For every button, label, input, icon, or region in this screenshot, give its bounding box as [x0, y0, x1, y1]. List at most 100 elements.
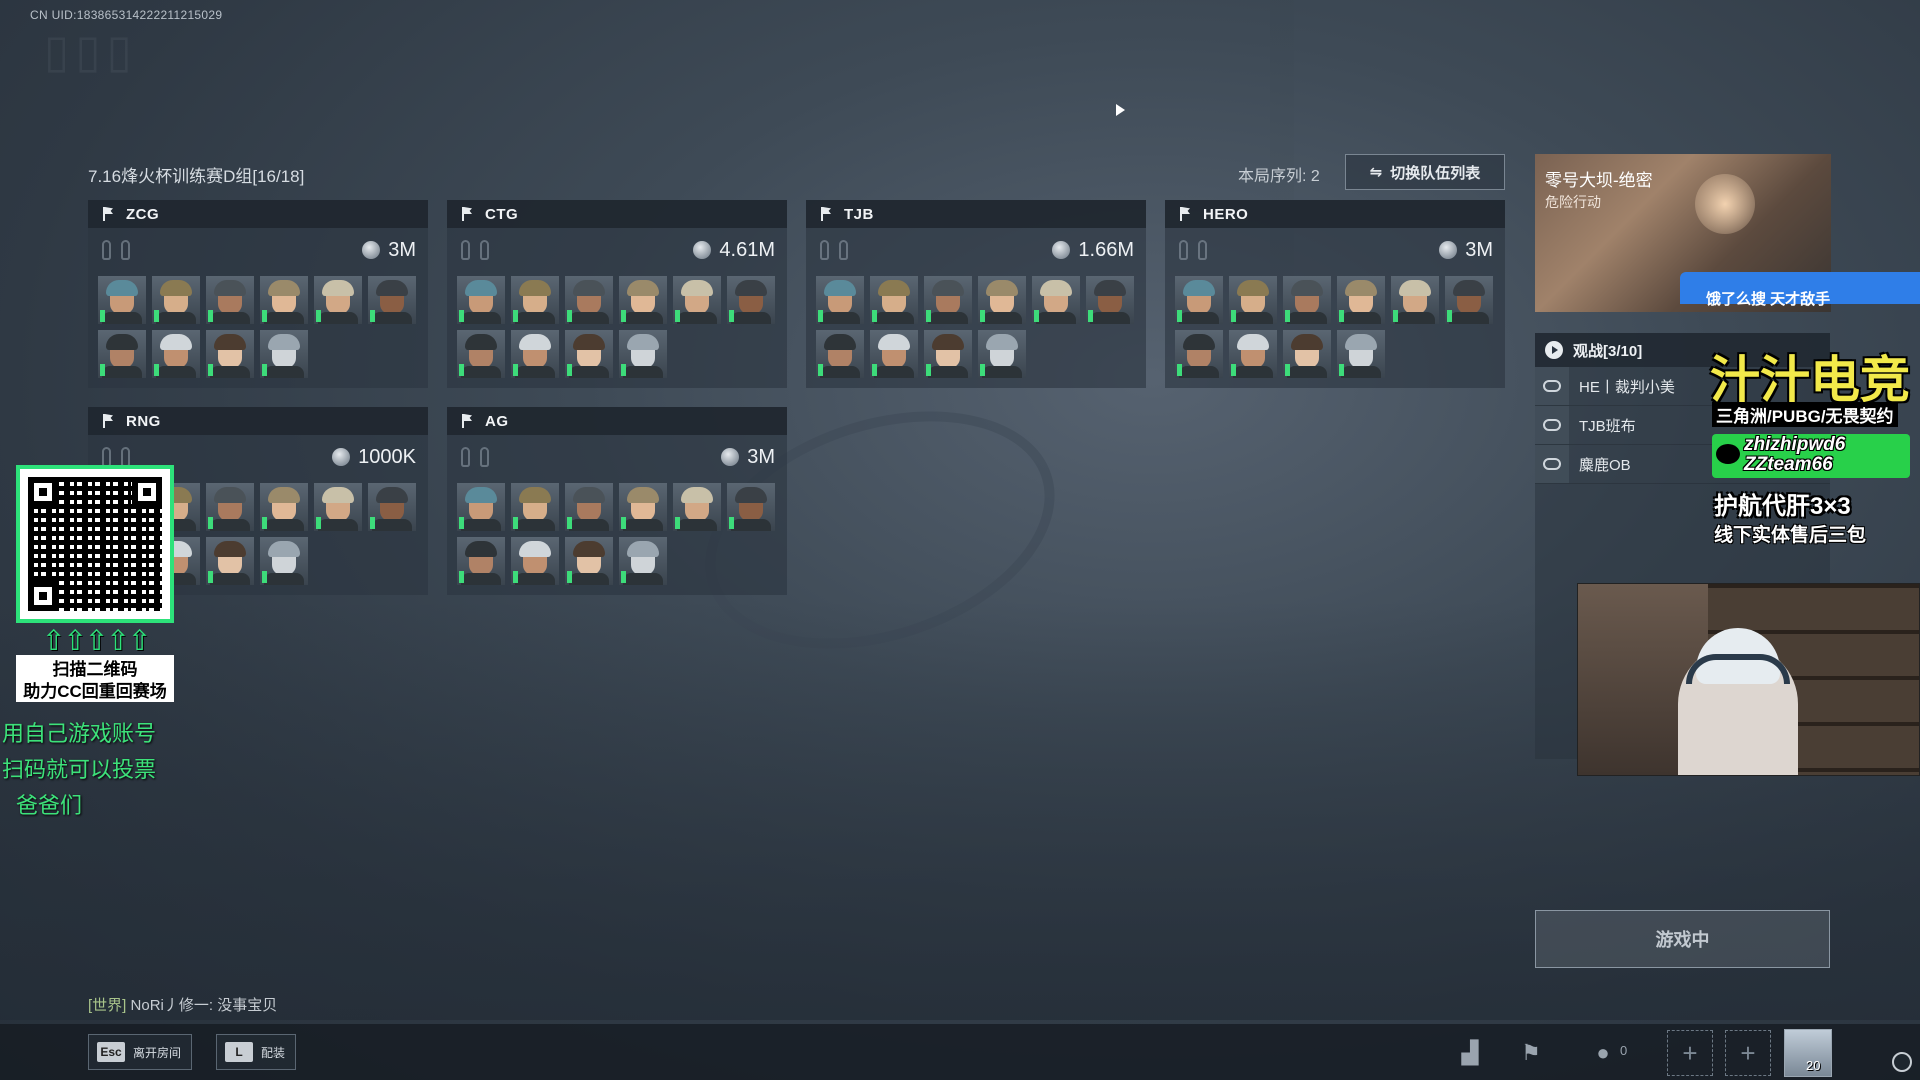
team-header: RNG [88, 407, 428, 435]
operator-avatar [619, 537, 667, 585]
friend-count: 0 [1620, 1043, 1628, 1058]
flag-icon [102, 207, 114, 221]
banner-icon[interactable]: ⚑ [1516, 1038, 1546, 1068]
vote-note-2: 扫码就可以投票 [2, 757, 157, 782]
operator-avatar [457, 483, 505, 531]
play-icon [1545, 341, 1563, 359]
pins [1179, 240, 1207, 260]
map-image-glow [1695, 174, 1755, 234]
team-value-wrap: 4.61M [693, 239, 775, 262]
coin-icon [1052, 241, 1071, 259]
operator-avatar [260, 483, 308, 531]
team-header: HERO [1165, 200, 1505, 228]
operator-avatar [511, 330, 559, 378]
spectator-name: TJB班布 [1579, 417, 1636, 435]
streamer-webcam [1577, 583, 1920, 776]
map-name: 零号大坝-绝密 [1545, 171, 1653, 190]
l-key-hint: L [225, 1042, 253, 1062]
pin-icon [480, 447, 489, 467]
team-name: CTG [485, 205, 519, 223]
operator-avatar [206, 537, 254, 585]
qr-finder [132, 477, 162, 507]
spectator-name: 麋鹿OB [1579, 456, 1631, 474]
operator-avatar [1391, 276, 1439, 324]
leave-room-button[interactable]: Esc 离开房间 [88, 1034, 193, 1070]
team-value: 4.61M [719, 238, 775, 261]
operator-avatar [206, 483, 254, 531]
operator-avatar [870, 276, 918, 324]
operator-avatar [727, 276, 775, 324]
chat-message: NoRi丿修一: 没事宝贝 [130, 997, 278, 1014]
webcam-headset [1686, 654, 1790, 684]
team-value: 3M [747, 445, 775, 468]
team-card-tjb[interactable]: TJB 1.66M [806, 200, 1146, 388]
pins [102, 447, 130, 467]
spectate-title: 观战[3/10] [1573, 342, 1643, 360]
operator-avatar [816, 276, 864, 324]
operator-avatar [565, 276, 613, 324]
flag-icon [461, 207, 473, 221]
team-name: HERO [1203, 205, 1249, 223]
wechat-icon [1716, 444, 1740, 464]
team-value-wrap: 1.66M [1052, 239, 1134, 262]
invite-slot-2[interactable]: + [1725, 1030, 1771, 1076]
operator-avatar [457, 330, 505, 378]
friends-icon[interactable]: ● [1588, 1038, 1618, 1068]
team-name: RNG [126, 412, 161, 430]
invite-slot-1[interactable]: + [1667, 1030, 1713, 1076]
qr-finder [28, 581, 58, 611]
loadout-button[interactable]: L 配装 [216, 1034, 297, 1070]
team-value: 3M [1465, 238, 1493, 261]
operator-avatar [978, 330, 1026, 378]
coin-icon [362, 241, 381, 259]
operator-avatar [619, 276, 667, 324]
team-card-ag[interactable]: AG 3M [447, 407, 787, 595]
up-arrows-icon: ⇧⇧⇧⇧⇧ [42, 624, 151, 657]
pin-icon [480, 240, 489, 260]
chat-channel: [世界] [88, 997, 127, 1014]
operator-avatar [619, 483, 667, 531]
team-header: AG [447, 407, 787, 435]
operator-avatar [368, 483, 416, 531]
vote-note-1: 用自己游戏账号 [2, 721, 157, 746]
settings-icon[interactable] [1892, 1052, 1912, 1072]
operator-avatar [1032, 276, 1080, 324]
switch-team-list-button[interactable]: ⇋ 切换队伍列表 [1345, 154, 1505, 190]
team-stats: 4.61M [447, 228, 787, 272]
map-mode: 危险行动 [1545, 194, 1601, 210]
operator-avatar [924, 330, 972, 378]
promo-wechat-id-2: ZZteam66 [1744, 454, 1833, 475]
coin-icon [721, 448, 740, 466]
team-card-hero[interactable]: HERO 3M [1165, 200, 1505, 388]
team-stats: 3M [1165, 228, 1505, 272]
operator-avatar [511, 483, 559, 531]
team-card-ctg[interactable]: CTG 4.61M [447, 200, 787, 388]
operator-avatar [260, 330, 308, 378]
operator-avatar [816, 330, 864, 378]
spectator-name: HE丨裁判小美 [1579, 378, 1675, 396]
coin-icon [332, 448, 351, 466]
pins [820, 240, 848, 260]
operator-avatar [1229, 276, 1277, 324]
coin-icon [1439, 241, 1458, 259]
team-roster [447, 272, 787, 388]
in-game-status-button[interactable]: 游戏中 [1535, 910, 1830, 968]
chart-icon[interactable]: ▟ [1455, 1038, 1485, 1068]
team-value-wrap: 1000K [332, 446, 416, 469]
qr-code [16, 465, 174, 623]
operator-avatar [314, 276, 362, 324]
operator-avatar [152, 276, 200, 324]
gamepad-icon [1543, 458, 1561, 470]
operator-avatar [565, 330, 613, 378]
team-stats: 1.66M [806, 228, 1146, 272]
team-stats: 3M [88, 228, 428, 272]
round-order: 本局序列: 2 [1238, 168, 1320, 185]
team-value: 1000K [358, 445, 416, 468]
operator-avatar [206, 276, 254, 324]
flag-icon [820, 207, 832, 221]
operator-avatar [565, 537, 613, 585]
watermark-logo: ▯▯▯ [44, 24, 138, 78]
spectator-badge [1535, 367, 1569, 405]
team-card-zcg[interactable]: ZCG 3M [88, 200, 428, 388]
team-value-wrap: 3M [1439, 239, 1493, 262]
